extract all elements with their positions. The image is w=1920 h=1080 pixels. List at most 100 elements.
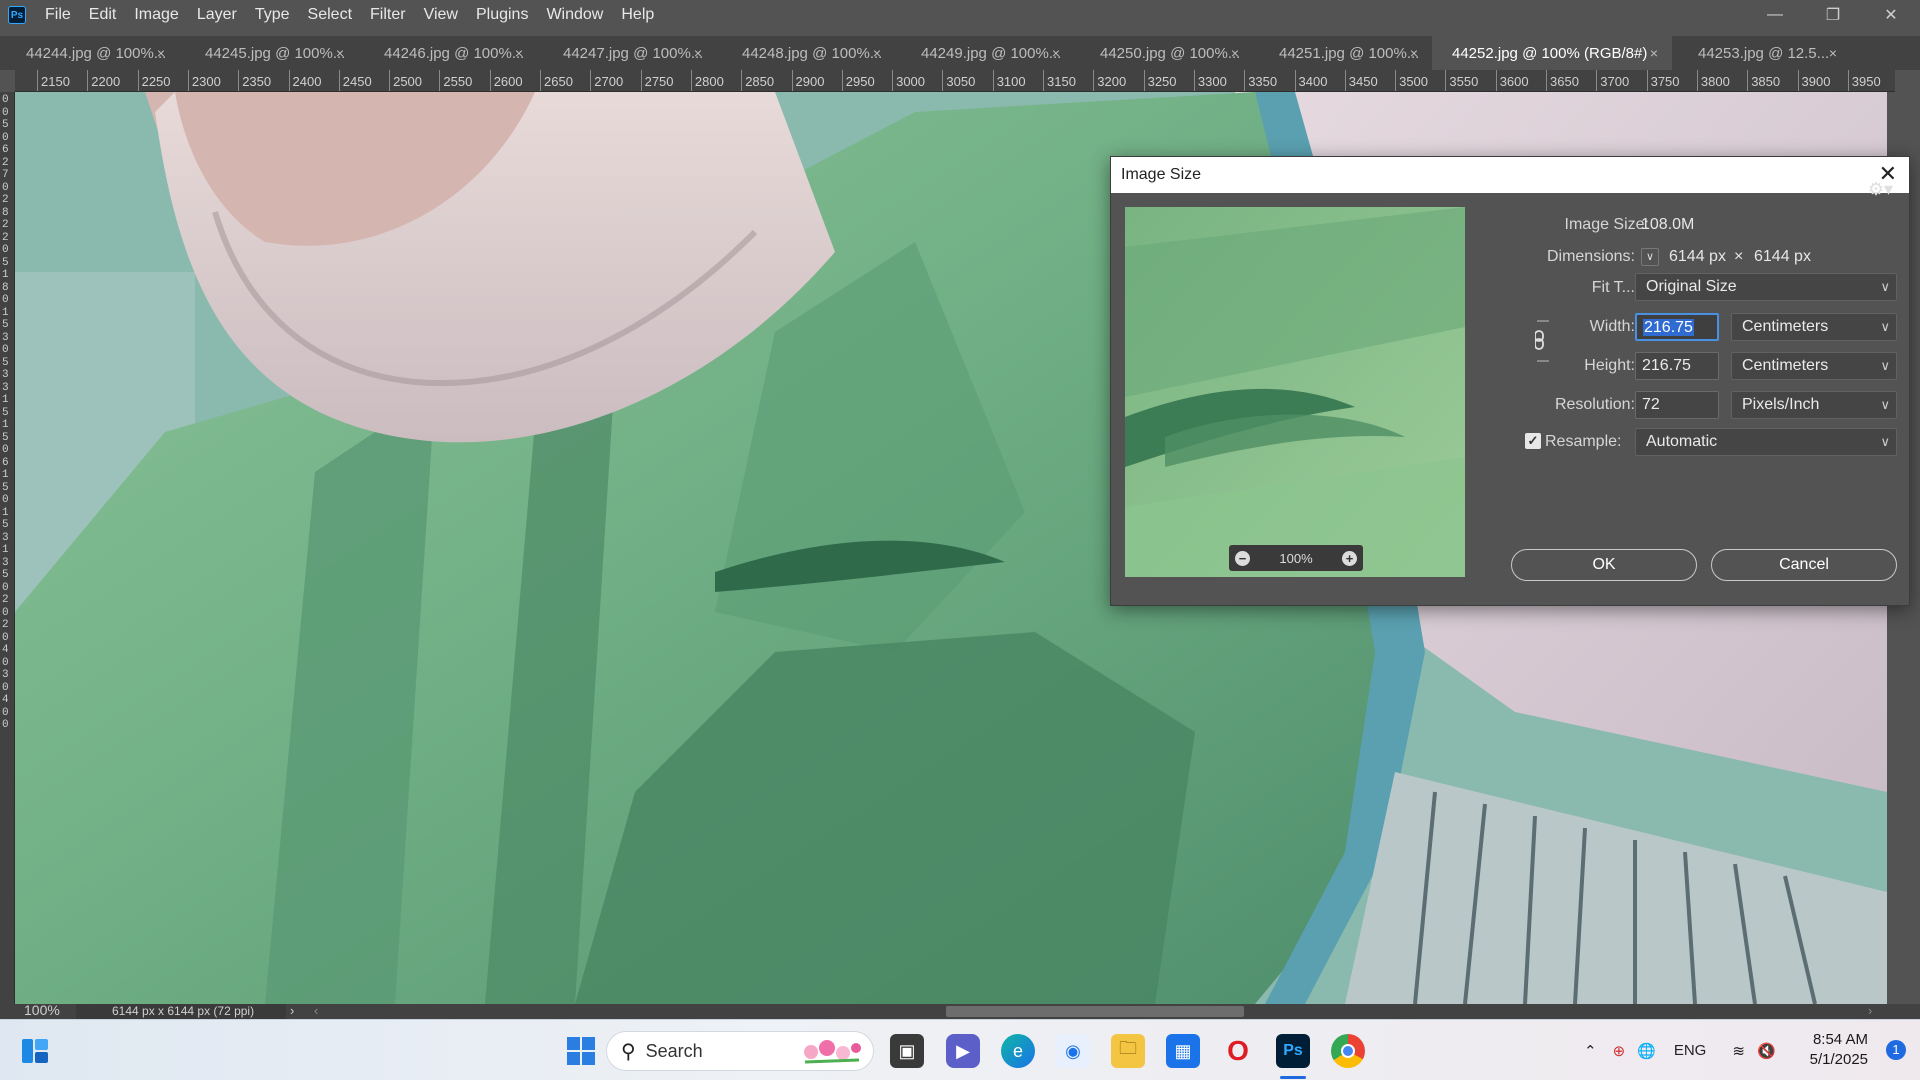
tab-44249[interactable]: 44249.jpg @ 100%... × xyxy=(895,36,1074,70)
chevron-down-icon: ∨ xyxy=(1880,279,1890,294)
resample-select[interactable]: Automatic ∨ xyxy=(1635,428,1897,456)
menu-window[interactable]: Window xyxy=(537,0,612,30)
task-view-icon[interactable]: ▣ xyxy=(890,1034,924,1068)
ruler-tick-label: 2400 xyxy=(288,70,321,91)
microsoft-store-icon[interactable]: ▦ xyxy=(1166,1034,1200,1068)
resolution-field[interactable]: 72 xyxy=(1635,391,1719,419)
clock[interactable]: 8:54 AM 5/1/2025 xyxy=(1810,1030,1868,1070)
tab-label: 44247.jpg @ 100%... xyxy=(563,44,704,62)
ruler-tick-label: 3150 xyxy=(1043,70,1076,91)
ruler-tick-label: 3950 xyxy=(1847,70,1881,91)
width-unit-select[interactable]: Centimeters ∨ xyxy=(1731,313,1897,341)
volume-muted-icon[interactable]: 🔇 xyxy=(1757,1042,1776,1060)
ruler-tick-label: 2150 xyxy=(37,70,70,91)
ok-button[interactable]: OK xyxy=(1511,549,1697,581)
dialog-title-bar[interactable]: Image Size ✕ xyxy=(1111,157,1909,193)
vertical-ruler[interactable]: 0050627028220518015305331515061501531350… xyxy=(0,92,15,1004)
height-field[interactable]: 216.75 xyxy=(1635,352,1719,380)
tab-44250[interactable]: 44250.jpg @ 100%... × xyxy=(1074,36,1253,70)
menu-select[interactable]: Select xyxy=(299,0,361,30)
tab-label: 44248.jpg @ 100%... xyxy=(742,44,883,62)
minimize-icon[interactable]: — xyxy=(1746,0,1804,30)
scroll-left-icon[interactable]: ‹ xyxy=(314,1003,318,1018)
status-menu-arrow-icon[interactable]: › xyxy=(290,1003,294,1018)
close-icon[interactable]: × xyxy=(515,36,523,70)
close-icon[interactable]: × xyxy=(694,36,702,70)
chevron-down-icon: ∨ xyxy=(1880,358,1890,373)
network-globe-icon[interactable]: 🌐 xyxy=(1637,1042,1656,1060)
chrome-icon[interactable] xyxy=(1331,1034,1365,1068)
restore-icon[interactable]: ❐ xyxy=(1804,0,1862,30)
zoom-level[interactable]: 100% xyxy=(24,1002,60,1018)
teams-icon[interactable]: ▶ xyxy=(946,1034,980,1068)
window-controls: — ❐ ✕ xyxy=(1746,0,1920,30)
tab-44248[interactable]: 44248.jpg @ 100%... × xyxy=(716,36,895,70)
ruler-tick-label: 2500 xyxy=(389,70,422,91)
menu-type[interactable]: Type xyxy=(246,0,299,30)
height-unit-select[interactable]: Centimeters ∨ xyxy=(1731,352,1897,380)
windows-start-icon[interactable] xyxy=(566,1036,596,1066)
close-icon[interactable]: × xyxy=(1231,36,1239,70)
clock-date: 5/1/2025 xyxy=(1809,1051,1868,1068)
ruler-tick-label: 2650 xyxy=(540,70,573,91)
ruler-tick-label: 2700 xyxy=(590,70,623,91)
ruler-tick-label: 3550 xyxy=(1445,70,1478,91)
menu-view[interactable]: View xyxy=(415,0,467,30)
status-bar: 100% 6144 px x 6144 px (72 ppi) › ‹ › xyxy=(0,1002,1920,1019)
chevron-down-icon: ∨ xyxy=(1880,397,1890,412)
photoshop-logo-icon: Ps xyxy=(8,6,26,24)
close-window-icon[interactable]: ✕ xyxy=(1862,0,1920,30)
close-icon[interactable]: × xyxy=(1829,36,1837,70)
zoom-out-icon[interactable]: − xyxy=(1235,550,1250,566)
cancel-button[interactable]: Cancel xyxy=(1711,549,1897,581)
language-indicator[interactable]: ENG xyxy=(1674,1042,1707,1059)
menu-layer[interactable]: Layer xyxy=(188,0,246,30)
opera-icon[interactable]: O xyxy=(1221,1034,1255,1068)
chevron-up-icon[interactable]: ⌃ xyxy=(1584,1042,1597,1060)
scroll-right-icon[interactable]: › xyxy=(1868,1003,1872,1018)
tab-44251[interactable]: 44251.jpg @ 100%... × xyxy=(1253,36,1432,70)
tab-44245[interactable]: 44245.jpg @ 100%... × xyxy=(179,36,358,70)
notification-badge[interactable]: 1 xyxy=(1886,1040,1906,1060)
ruler-tick-label: 3300 xyxy=(1193,70,1227,91)
wifi-icon[interactable]: ≋ xyxy=(1732,1042,1745,1060)
tab-44246[interactable]: 44246.jpg @ 100%... × xyxy=(358,36,537,70)
menu-help[interactable]: Help xyxy=(612,0,663,30)
tab-44252-active[interactable]: 44252.jpg @ 100% (RGB/8#) × xyxy=(1432,36,1672,70)
menu-edit[interactable]: Edit xyxy=(80,0,126,30)
search-icon: ⚲ xyxy=(621,1040,636,1063)
horizontal-scroll-thumb[interactable] xyxy=(946,1006,1244,1017)
menu-file[interactable]: File xyxy=(36,0,80,30)
lens-icon[interactable]: ◉ xyxy=(1056,1034,1090,1068)
resolution-unit-select[interactable]: Pixels/Inch ∨ xyxy=(1731,391,1897,419)
fit-to-select[interactable]: Original Size ∨ xyxy=(1635,273,1897,301)
close-icon[interactable]: × xyxy=(336,36,344,70)
tab-44244[interactable]: 44244.jpg @ 100%... × xyxy=(0,36,179,70)
close-icon[interactable]: × xyxy=(1052,36,1060,70)
edge-icon[interactable]: e xyxy=(1001,1034,1035,1068)
vpn-icon[interactable]: ⊕ xyxy=(1613,1042,1626,1060)
zoom-in-icon[interactable]: + xyxy=(1342,550,1357,566)
image-preview[interactable]: − 100% + xyxy=(1125,207,1465,577)
dimensions-label: Dimensions: xyxy=(1546,248,1635,265)
photoshop-taskbar-icon[interactable]: Ps xyxy=(1276,1034,1310,1068)
close-icon[interactable]: × xyxy=(157,36,165,70)
chevron-down-icon[interactable]: ∨ xyxy=(1641,248,1659,266)
menu-plugins[interactable]: Plugins xyxy=(467,0,537,30)
file-explorer-icon[interactable]: 🗀 xyxy=(1111,1034,1145,1068)
resample-checkbox[interactable]: ✓ xyxy=(1525,433,1541,449)
menu-image[interactable]: Image xyxy=(125,0,187,30)
horizontal-ruler[interactable]: 2150 2200 2250 2300 2350 2400 2450 2500 2550 2600… xyxy=(15,70,1895,92)
tab-44253[interactable]: 44253.jpg @ 12.5... × xyxy=(1672,36,1851,70)
menu-filter[interactable]: Filter xyxy=(361,0,415,30)
close-icon[interactable]: × xyxy=(873,36,881,70)
taskbar-search[interactable]: ⚲ Search xyxy=(606,1031,874,1071)
close-icon[interactable]: × xyxy=(1650,36,1658,70)
tab-label: 44245.jpg @ 100%... xyxy=(205,44,346,62)
gear-icon[interactable]: ⚙▾ xyxy=(1868,179,1893,200)
ruler-tick-label: 3650 xyxy=(1546,70,1579,91)
close-icon[interactable]: × xyxy=(1410,36,1418,70)
width-field[interactable]: 216.75 xyxy=(1635,313,1719,341)
widgets-icon[interactable] xyxy=(20,1036,50,1066)
tab-44247[interactable]: 44247.jpg @ 100%... × xyxy=(537,36,716,70)
